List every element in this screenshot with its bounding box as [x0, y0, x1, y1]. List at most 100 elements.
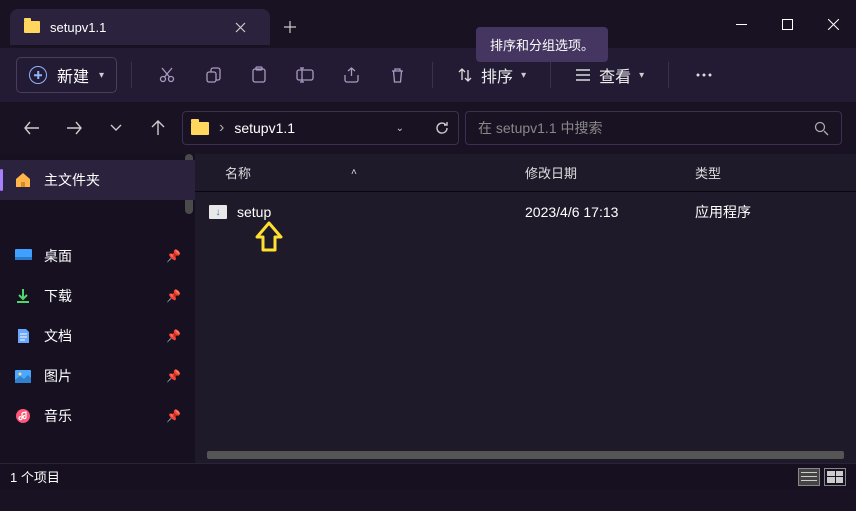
chevron-down-icon [110, 124, 122, 132]
plus-circle-icon [29, 66, 47, 84]
close-icon [235, 22, 246, 33]
scissors-icon [158, 66, 176, 84]
chevron-down-icon: ▾ [521, 70, 526, 81]
navigation-row: › setupv1.1 ⌄ [0, 102, 856, 154]
sidebar-item-documents[interactable]: 文档 📌 [0, 316, 195, 356]
separator [131, 62, 132, 88]
statusbar: 1 个项目 [0, 463, 856, 489]
details-view-button[interactable] [798, 468, 820, 486]
share-button[interactable] [330, 55, 372, 95]
cell-type: 应用程序 [695, 202, 856, 222]
chevron-down-icon: ▾ [639, 70, 644, 81]
arrow-up-icon [151, 120, 165, 136]
pin-icon: 📌 [166, 289, 181, 303]
breadcrumb-sep: › [219, 119, 224, 137]
search-box[interactable] [465, 111, 842, 145]
annotation-arrow-icon [251, 220, 287, 256]
view-button[interactable]: 查看 ▾ [565, 55, 654, 95]
back-button[interactable] [14, 110, 50, 146]
up-button[interactable] [140, 110, 176, 146]
share-icon [343, 67, 360, 83]
cell-date: 2023/4/6 17:13 [525, 204, 695, 220]
sidebar-item-label: 主文件夹 [44, 170, 181, 190]
rename-icon [296, 67, 314, 83]
sort-icon [457, 67, 473, 83]
sidebar-item-label: 图片 [44, 366, 154, 386]
sidebar-item-desktop[interactable]: 桌面 📌 [0, 236, 195, 276]
close-icon [828, 19, 839, 30]
sidebar[interactable]: 主文件夹 桌面 📌 下载 📌 文档 📌 图片 📌 音乐 📌 [0, 154, 195, 463]
new-tab-button[interactable] [270, 9, 310, 45]
minimize-icon [736, 19, 747, 30]
file-name: setup [237, 204, 271, 220]
forward-button[interactable] [56, 110, 92, 146]
active-tab[interactable]: setupv1.1 [10, 9, 270, 45]
delete-button[interactable] [376, 55, 418, 95]
cut-button[interactable] [146, 55, 188, 95]
breadcrumb[interactable]: setupv1.1 [234, 120, 385, 136]
sidebar-item-home[interactable]: 主文件夹 [0, 160, 195, 200]
sidebar-item-label: 音乐 [44, 406, 154, 426]
more-icon [696, 73, 712, 77]
pin-icon: 📌 [166, 329, 181, 343]
tab-close-button[interactable] [224, 11, 256, 43]
sort-indicator-icon: ˄ [351, 167, 357, 178]
separator [550, 62, 551, 88]
minimize-button[interactable] [718, 4, 764, 44]
trash-icon [390, 67, 405, 84]
column-type[interactable]: 类型 [695, 163, 856, 182]
status-text: 1 个项目 [10, 467, 798, 486]
separator [432, 62, 433, 88]
maximize-button[interactable] [764, 4, 810, 44]
sidebar-item-label: 桌面 [44, 246, 154, 266]
separator [668, 62, 669, 88]
column-name[interactable]: 名称 ˄ [195, 163, 525, 182]
desktop-icon [14, 247, 32, 265]
pin-icon: 📌 [166, 249, 181, 263]
new-button[interactable]: 新建 ▾ [16, 57, 117, 93]
file-list[interactable]: 名称 ˄ 修改日期 类型 setup 2023/4/6 17:13 应用程序 [195, 154, 856, 463]
search-icon[interactable] [814, 121, 829, 136]
folder-icon [191, 122, 209, 135]
new-label: 新建 [57, 63, 89, 87]
titlebar: setupv1.1 [0, 0, 856, 48]
close-window-button[interactable] [810, 4, 856, 44]
plus-icon [284, 21, 296, 33]
recent-button[interactable] [98, 110, 134, 146]
arrow-left-icon [24, 121, 40, 135]
address-bar[interactable]: › setupv1.1 ⌄ [182, 111, 459, 145]
sidebar-item-pictures[interactable]: 图片 📌 [0, 356, 195, 396]
cell-name: setup [195, 204, 525, 220]
more-button[interactable] [683, 55, 725, 95]
rename-button[interactable] [284, 55, 326, 95]
sort-label: 排序 [481, 63, 513, 87]
pin-icon: 📌 [166, 369, 181, 383]
icons-view-button[interactable] [824, 468, 846, 486]
arrow-right-icon [66, 121, 82, 135]
horizontal-scrollbar[interactable] [207, 451, 844, 459]
sidebar-item-music[interactable]: 音乐 📌 [0, 396, 195, 436]
exe-icon [209, 205, 227, 219]
column-date[interactable]: 修改日期 [525, 163, 695, 182]
file-row[interactable]: setup 2023/4/6 17:13 应用程序 [195, 192, 856, 232]
document-icon [14, 327, 32, 345]
copy-icon [205, 67, 222, 84]
copy-button[interactable] [192, 55, 234, 95]
column-header[interactable]: 名称 ˄ 修改日期 类型 [195, 154, 856, 192]
window-controls [718, 4, 856, 44]
chevron-down-icon[interactable]: ⌄ [396, 123, 404, 134]
home-icon [14, 171, 32, 189]
tab-title: setupv1.1 [50, 20, 214, 35]
body: 主文件夹 桌面 📌 下载 📌 文档 📌 图片 📌 音乐 📌 [0, 154, 856, 463]
sidebar-item-downloads[interactable]: 下载 📌 [0, 276, 195, 316]
picture-icon [14, 367, 32, 385]
clipboard-icon [251, 66, 267, 84]
sort-button[interactable]: 排序 ▾ [447, 55, 536, 95]
search-input[interactable] [478, 120, 814, 136]
toolbar: 新建 ▾ 排序 ▾ 查看 ▾ [0, 48, 856, 102]
refresh-icon[interactable] [434, 120, 450, 136]
sidebar-item-label: 文档 [44, 326, 154, 346]
paste-button[interactable] [238, 55, 280, 95]
list-icon [575, 68, 591, 82]
view-label: 查看 [599, 63, 631, 87]
